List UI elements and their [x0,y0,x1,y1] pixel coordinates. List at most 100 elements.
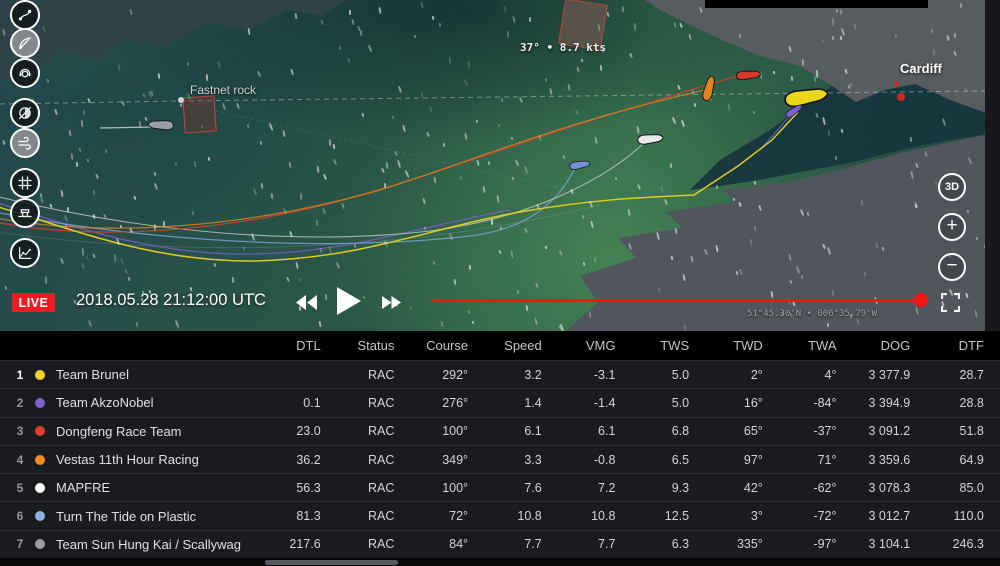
col-header-dtf[interactable]: DTF [926,338,1000,353]
wind-overlay-tool-button[interactable] [10,128,40,158]
value-cell: 81.3 [263,509,337,523]
day-night-icon [17,105,33,121]
team-name: Vestas 11th Hour Racing [56,452,199,467]
current-timestamp: 2018.05.28 21:12:00 UTC [76,291,266,310]
value-cell: 335° [705,537,779,551]
team-color-dot [35,426,45,436]
col-header-dtl[interactable]: DTL [263,338,337,353]
zoom-in-button[interactable]: + [938,213,966,241]
value-cell: 6.5 [631,453,705,467]
stats-chart-tool-button[interactable] [10,238,40,268]
table-row[interactable]: 2Team AkzoNobel0.1RAC276°1.4-1.45.016°-8… [0,388,1000,416]
race-boat[interactable] [636,130,664,144]
value-cell: 3 012.7 [853,509,927,523]
col-header-status[interactable]: Status [337,338,411,353]
value-cell: RAC [337,368,411,382]
value-cell: 6.1 [558,424,632,438]
team-cell: 7Team Sun Hung Kai / Scallywag [0,537,263,552]
fastnet-label: Fastnet rock [190,83,256,97]
day-night-tool-button[interactable] [10,98,40,128]
value-cell: -37° [779,424,853,438]
value-cell: -0.8 [558,453,632,467]
team-name: Turn The Tide on Plastic [56,509,196,524]
rewind-button[interactable] [296,295,317,310]
wind-readout: 37° • 8.7 kts [520,41,606,54]
old-route-line [180,103,600,196]
team-cell: 5MAPFRE [0,480,263,495]
commentary-tool-button[interactable] [10,58,40,88]
live-badge[interactable]: LIVE [12,293,55,312]
bearing-compass-icon [17,35,33,51]
map-decor-layer [0,0,1000,331]
rank-number: 5 [14,481,26,495]
race-boat[interactable] [735,66,762,78]
table-row[interactable]: 4Vestas 11th Hour Racing36.2RAC349°3.3-0… [0,445,1000,473]
fast-forward-button[interactable] [382,296,401,309]
team-cell: 6Turn The Tide on Plastic [0,509,263,524]
play-button[interactable] [337,287,361,315]
col-header-dog[interactable]: DOG [853,338,927,353]
value-cell: 97° [705,453,779,467]
scrollbar-thumb[interactable] [265,560,398,565]
value-cell: 85.0 [926,481,1000,495]
table-row[interactable]: 7Team Sun Hung Kai / Scallywag217.6RAC84… [0,530,1000,558]
race-boat[interactable] [147,121,175,133]
value-cell: 28.7 [926,368,1000,382]
value-cell: 3 091.2 [853,424,927,438]
track-vestas [0,90,705,228]
value-cell: 1.4 [484,396,558,410]
value-cell: 100° [410,481,484,495]
value-cell: 100° [410,424,484,438]
exclusion-zone-fastnet [183,96,216,133]
map-viewport[interactable]: Fastnet rock Cardiff 37° • 8.7 kts 51°45… [0,0,1000,331]
value-cell: 16° [705,396,779,410]
zoom-out-button[interactable]: − [938,253,966,281]
route-tool-button[interactable] [10,0,40,30]
measure-icon [17,205,33,221]
table-row[interactable]: 1Team BrunelRAC292°3.2-3.15.02°4°3 377.9… [0,360,1000,388]
rank-number: 2 [14,396,26,410]
fullscreen-button[interactable] [941,293,960,312]
fastnet-waypoint-dot [178,97,184,103]
bearing-tool-button[interactable] [10,28,40,58]
col-header-tws[interactable]: TWS [631,338,705,353]
value-cell: 246.3 [926,537,1000,551]
value-cell: 3 104.1 [853,537,927,551]
value-cell: RAC [337,396,411,410]
value-cell: 56.3 [263,481,337,495]
table-row[interactable]: 6Turn The Tide on Plastic81.3RAC72°10.81… [0,501,1000,529]
race-tracker-app: Fastnet rock Cardiff 37° • 8.7 kts 51°45… [0,0,1000,566]
value-cell: 3 359.6 [853,453,927,467]
value-cell: 217.6 [263,537,337,551]
table-body: 1Team BrunelRAC292°3.2-3.15.02°4°3 377.9… [0,360,1000,558]
value-cell: RAC [337,481,411,495]
team-name: Team Sun Hung Kai / Scallywag [56,537,241,552]
value-cell: 3.3 [484,453,558,467]
value-cell: -3.1 [558,368,632,382]
col-header-twa[interactable]: TWA [779,338,853,353]
value-cell: 6.1 [484,424,558,438]
play-icon [337,287,361,315]
value-cell: -1.4 [558,396,632,410]
timeline-track[interactable] [432,299,921,302]
value-cell: 3° [705,509,779,523]
col-header-course[interactable]: Course [410,338,484,353]
value-cell: RAC [337,453,411,467]
value-cell: 0.1 [263,396,337,410]
col-header-vmg[interactable]: VMG [558,338,632,353]
col-header-speed[interactable]: Speed [484,338,558,353]
table-row[interactable]: 5MAPFRE56.3RAC100°7.67.29.342°-62°3 078.… [0,473,1000,501]
table-row[interactable]: 3Dongfeng Race Team23.0RAC100°6.16.16.86… [0,417,1000,445]
measure-tool-button[interactable] [10,198,40,228]
timebar: LIVE 2018.05.28 21:12:00 UTC [0,283,1000,331]
col-header-twd[interactable]: TWD [705,338,779,353]
value-cell: 3.2 [484,368,558,382]
team-color-dot [35,483,45,493]
timeline-handle[interactable] [914,293,928,307]
value-cell: 28.8 [926,396,1000,410]
view-3d-button[interactable]: 3D [938,173,966,201]
value-cell: 51.8 [926,424,1000,438]
rank-number: 3 [14,424,26,438]
grid-tool-button[interactable] [10,168,40,198]
value-cell: 7.7 [558,537,632,551]
